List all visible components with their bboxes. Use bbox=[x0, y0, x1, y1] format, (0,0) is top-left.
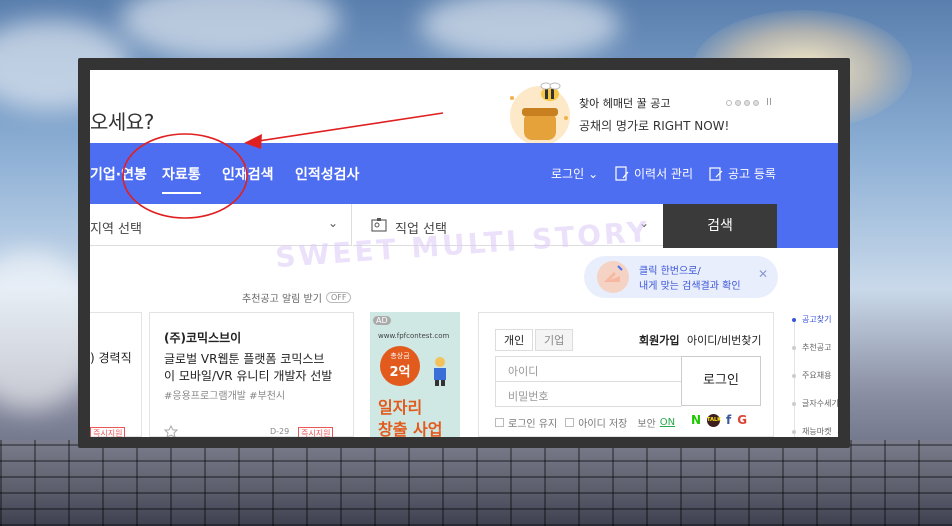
recommend-tooltip[interactable]: 클릭 한번으로/ 내게 맞는 검색결과 확인 ✕ bbox=[584, 256, 778, 298]
social-login: N TALK f G bbox=[691, 413, 747, 427]
pause-icon[interactable]: II bbox=[766, 97, 772, 108]
login-button[interactable]: 로그인 bbox=[681, 356, 761, 406]
chevron-down-icon: ⌄ bbox=[588, 166, 599, 181]
join-link[interactable]: 회원가입 bbox=[639, 332, 679, 348]
company-name: (주)코믹스브이 bbox=[164, 331, 242, 345]
search-button[interactable]: 검색 bbox=[663, 204, 777, 248]
job-title: ) 경력직 bbox=[90, 351, 132, 365]
job-card[interactable]: ) 경력직 즉시지원 bbox=[90, 312, 142, 437]
login-options: 로그인 유지 아이디 저장 보안 ON bbox=[495, 415, 675, 430]
alarm-state-badge[interactable]: OFF bbox=[325, 292, 352, 303]
quick-side-nav: 공고찾기 추천공고 주요채용 글자수세기 재능마켓 bbox=[790, 314, 838, 437]
nav-item-resources[interactable]: 자료통 bbox=[162, 164, 201, 194]
post-label: 공고 등록 bbox=[728, 167, 776, 181]
nav-item-talent-search[interactable]: 인재검색 bbox=[222, 164, 274, 184]
facebook-icon[interactable]: f bbox=[726, 413, 731, 427]
main-nav: 기업·연봉 자료통 인재검색 인적성검사 로그인 ⌄ 이력서 관리 공고 등록 bbox=[90, 143, 838, 204]
honey-bee-icon bbox=[510, 82, 570, 143]
recommend-alarm-toggle[interactable]: 추천공고 알림 받기 OFF bbox=[242, 290, 352, 305]
security-label: 보안 bbox=[637, 419, 656, 430]
google-icon[interactable]: G bbox=[737, 413, 747, 427]
sidenav-item-talent-market[interactable]: 재능마켓 bbox=[790, 426, 838, 437]
login-dropdown[interactable]: 로그인 ⌄ bbox=[551, 165, 598, 182]
nav-item-aptitude-test[interactable]: 인적성검사 bbox=[295, 164, 359, 184]
kakao-talk-icon[interactable]: TALK bbox=[707, 413, 721, 427]
chevron-down-icon: ⌄ bbox=[328, 216, 339, 230]
close-icon[interactable]: ✕ bbox=[758, 267, 768, 281]
cloud bbox=[120, 0, 340, 60]
promo-title[interactable]: 찾아 헤매던 꿀 공고 bbox=[579, 95, 670, 111]
login-label: 로그인 bbox=[551, 167, 585, 181]
pager-dot[interactable] bbox=[753, 99, 759, 106]
person-illustration-icon bbox=[434, 357, 446, 386]
prize-circle: 총상금 2억 bbox=[380, 346, 420, 386]
prize-big: 2억 bbox=[389, 365, 411, 380]
promo-subtitle[interactable]: 공채의 명가로 RIGHT NOW! bbox=[579, 117, 729, 134]
password-input[interactable]: 비밀번호 bbox=[495, 381, 681, 407]
job-title-line1: 글로벌 VR웹툰 플랫폼 코믹스브 bbox=[164, 352, 325, 366]
alarm-label: 추천공고 알림 받기 bbox=[242, 294, 322, 305]
edit-post-icon bbox=[709, 166, 723, 181]
tab-personal[interactable]: 개인 bbox=[495, 329, 534, 351]
post-job-link[interactable]: 공고 등록 bbox=[708, 165, 776, 182]
save-id-checkbox[interactable] bbox=[565, 418, 575, 427]
apply-badge[interactable]: 즉시지원 bbox=[90, 427, 126, 437]
find-account-link[interactable]: 아이디/비번찾기 bbox=[687, 332, 762, 348]
tab-company[interactable]: 기업 bbox=[535, 329, 574, 351]
job-tags: #응용프로그램개발 #부천시 bbox=[164, 391, 286, 402]
header: 오세요? 찾아 헤매던 꿀 공고 공채의 명가로 RIGHT NOW! II bbox=[90, 70, 838, 143]
pointing-hand-icon bbox=[597, 261, 629, 293]
keep-login-checkbox[interactable] bbox=[495, 418, 504, 427]
id-card-icon bbox=[371, 218, 387, 232]
pager-dot[interactable] bbox=[726, 99, 732, 106]
keep-login-label[interactable]: 로그인 유지 bbox=[508, 415, 557, 430]
id-input[interactable]: 아이디 bbox=[495, 356, 681, 382]
tooltip-line1: 클릭 한번으로/ bbox=[639, 266, 701, 277]
ad-headline1: 일자리 bbox=[378, 398, 423, 417]
job-portal-screen: 오세요? 찾아 헤매던 꿀 공고 공채의 명가로 RIGHT NOW! II 기… bbox=[90, 70, 838, 437]
deadline-label: D-29 bbox=[270, 427, 290, 436]
sidenav-item-job-search[interactable]: 공고찾기 bbox=[790, 314, 838, 342]
ad-headline2: 창출 사업 bbox=[378, 420, 443, 437]
greeting-text: 오세요? bbox=[90, 110, 154, 134]
star-icon[interactable] bbox=[164, 425, 178, 437]
job-card[interactable]: (주)코믹스브이 글로벌 VR웹툰 플랫폼 코믹스브 이 모바일/VR 유니티 … bbox=[149, 312, 354, 437]
ad-url: www.fpfcontest.com bbox=[378, 332, 450, 340]
login-panel: 개인 기업 회원가입 아이디/비번찾기 아이디 비밀번호 로그인 로그인 유지 … bbox=[478, 312, 774, 437]
resume-manage-link[interactable]: 이력서 관리 bbox=[614, 165, 693, 182]
building-background bbox=[0, 440, 952, 526]
region-select-text: 지역 선택 bbox=[90, 222, 142, 237]
resume-icon bbox=[615, 165, 629, 181]
tooltip-line2: 내게 맞는 검색결과 확인 bbox=[639, 281, 741, 292]
ad-label: AD bbox=[373, 316, 391, 325]
prize-small: 총상금 bbox=[390, 352, 410, 360]
cloud bbox=[420, 0, 620, 60]
job-title-line2: 이 모바일/VR 유니티 개발자 선발 bbox=[164, 369, 333, 383]
apply-badge[interactable]: 즉시지원 bbox=[298, 427, 334, 437]
promo-pager: II bbox=[726, 97, 772, 108]
security-toggle[interactable]: ON bbox=[660, 417, 675, 428]
nav-item-company-salary[interactable]: 기업·연봉 bbox=[90, 164, 147, 184]
save-id-label[interactable]: 아이디 저장 bbox=[578, 415, 627, 430]
resume-label: 이력서 관리 bbox=[634, 167, 694, 181]
sidenav-item-recommend[interactable]: 추천공고 bbox=[790, 342, 838, 370]
sidenav-item-main-hiring[interactable]: 주요채용 bbox=[790, 370, 838, 398]
naver-icon[interactable]: N bbox=[691, 413, 701, 427]
pager-dot[interactable] bbox=[744, 99, 750, 106]
nav-extension bbox=[777, 204, 838, 248]
pager-dot-active[interactable] bbox=[735, 99, 741, 106]
sidenav-item-char-count[interactable]: 글자수세기 bbox=[790, 398, 838, 426]
ad-banner[interactable]: AD www.fpfcontest.com 총상금 2억 일자리 창출 사업 bbox=[370, 312, 460, 437]
